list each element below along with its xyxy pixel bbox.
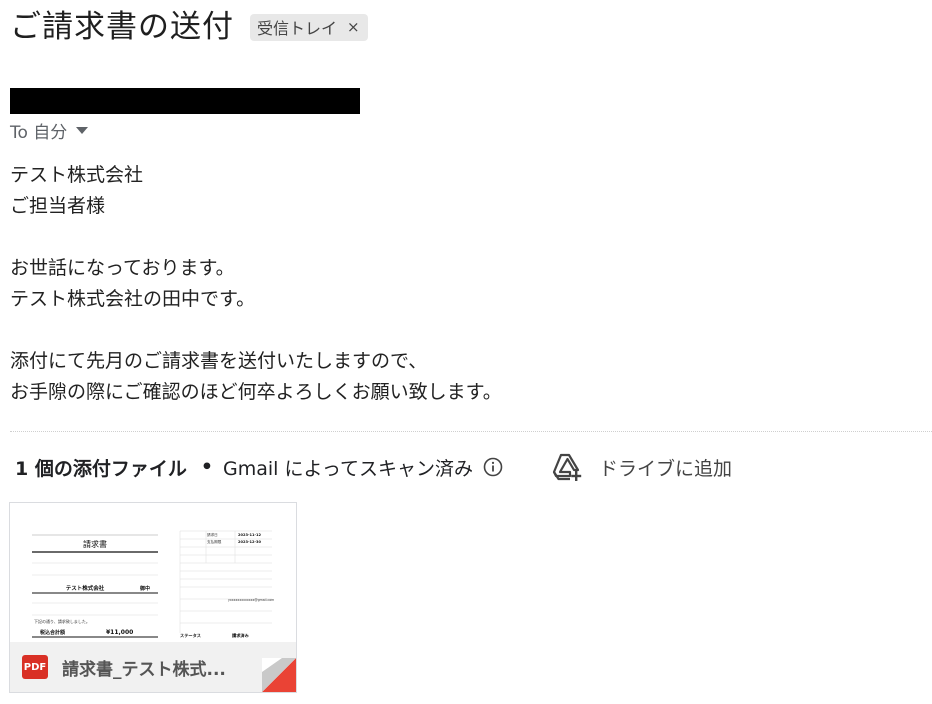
body-line: テスト株式会社の田中です。: [10, 288, 256, 310]
recipient-details-toggle[interactable]: To 自分: [10, 118, 89, 143]
attachment-count: 1 個の添付ファイル: [15, 457, 187, 480]
email-view: ご請求書の送付 受信トレイ × To 自分 テスト株式会社 ご担当者様 お世話に…: [0, 0, 932, 704]
separator-dot: •: [200, 456, 213, 478]
attachment-filename: 請求書_テスト株式...: [62, 659, 226, 680]
body-line: お世話になっております。: [10, 257, 235, 279]
attachments-header: 1 個の添付ファイル • Gmail によってスキャン済み ドライブに追加: [15, 452, 732, 482]
thumbnail-status-value: 請求済み: [232, 632, 250, 639]
thumbnail-date2-label: 支払期限: [207, 539, 222, 544]
thumbnail-date2: 2023-12-30: [238, 540, 261, 544]
add-to-drive-icon: [552, 453, 582, 481]
body-line: ご担当者様: [10, 195, 106, 217]
thumbnail-status-label: ステータス: [180, 632, 201, 639]
thumbnail-total-label: 税込合計額: [39, 629, 65, 636]
body-line: 添付にて先月のご請求書を送付いたしますので、: [10, 350, 428, 372]
body-line: テスト株式会社: [10, 164, 144, 186]
info-icon[interactable]: [483, 457, 503, 477]
thumbnail-note: 下記の通り、請求致しました。: [34, 618, 90, 624]
thumbnail-total-value: ¥11,000: [106, 629, 133, 636]
thumbnail-email: yxxxxxxxxxxxxx@gmail.com: [228, 598, 274, 602]
remove-label-button[interactable]: ×: [347, 18, 360, 36]
attachment-card[interactable]: 請求書 請求日 2023-11-12 支払期限 2023-12-30 テスト株式…: [9, 502, 297, 693]
add-to-drive-label: ドライブに追加: [598, 457, 732, 480]
thumbnail-date1: 2023-11-12: [238, 533, 261, 537]
chevron-down-icon: [76, 127, 89, 134]
thumbnail-date1-label: 請求日: [207, 532, 218, 537]
body-line: お手隙の際にご確認のほど何卒よろしくお願い致します。: [10, 381, 502, 403]
attachment-footer: PDF 請求書_テスト株式...: [10, 642, 296, 692]
body-blank-line: [10, 315, 502, 346]
pdf-icon: PDF: [22, 655, 48, 679]
thumbnail-company: テスト株式会社: [66, 584, 105, 592]
body-blank-line: [10, 222, 502, 253]
label-text: 受信トレイ: [257, 19, 338, 38]
attachment-thumbnail: 請求書 請求日 2023-11-12 支払期限 2023-12-30 テスト株式…: [10, 503, 296, 643]
page-fold-icon: [262, 658, 296, 692]
attachments-divider: [10, 431, 932, 432]
subject-row: ご請求書の送付 受信トレイ ×: [10, 6, 368, 48]
email-subject: ご請求書の送付: [10, 9, 234, 45]
scan-status: Gmail によってスキャン済み: [223, 457, 473, 480]
email-body: テスト株式会社 ご担当者様 お世話になっております。 テスト株式会社の田中です。…: [10, 160, 502, 408]
sender-redacted: [10, 88, 360, 114]
thumbnail-title: 請求書: [83, 539, 107, 549]
recipient-label: To 自分: [10, 123, 68, 143]
add-to-drive-button[interactable]: ドライブに追加: [551, 452, 732, 482]
thumbnail-honorific: 御中: [139, 585, 150, 592]
inbox-label-chip[interactable]: 受信トレイ ×: [250, 13, 368, 41]
